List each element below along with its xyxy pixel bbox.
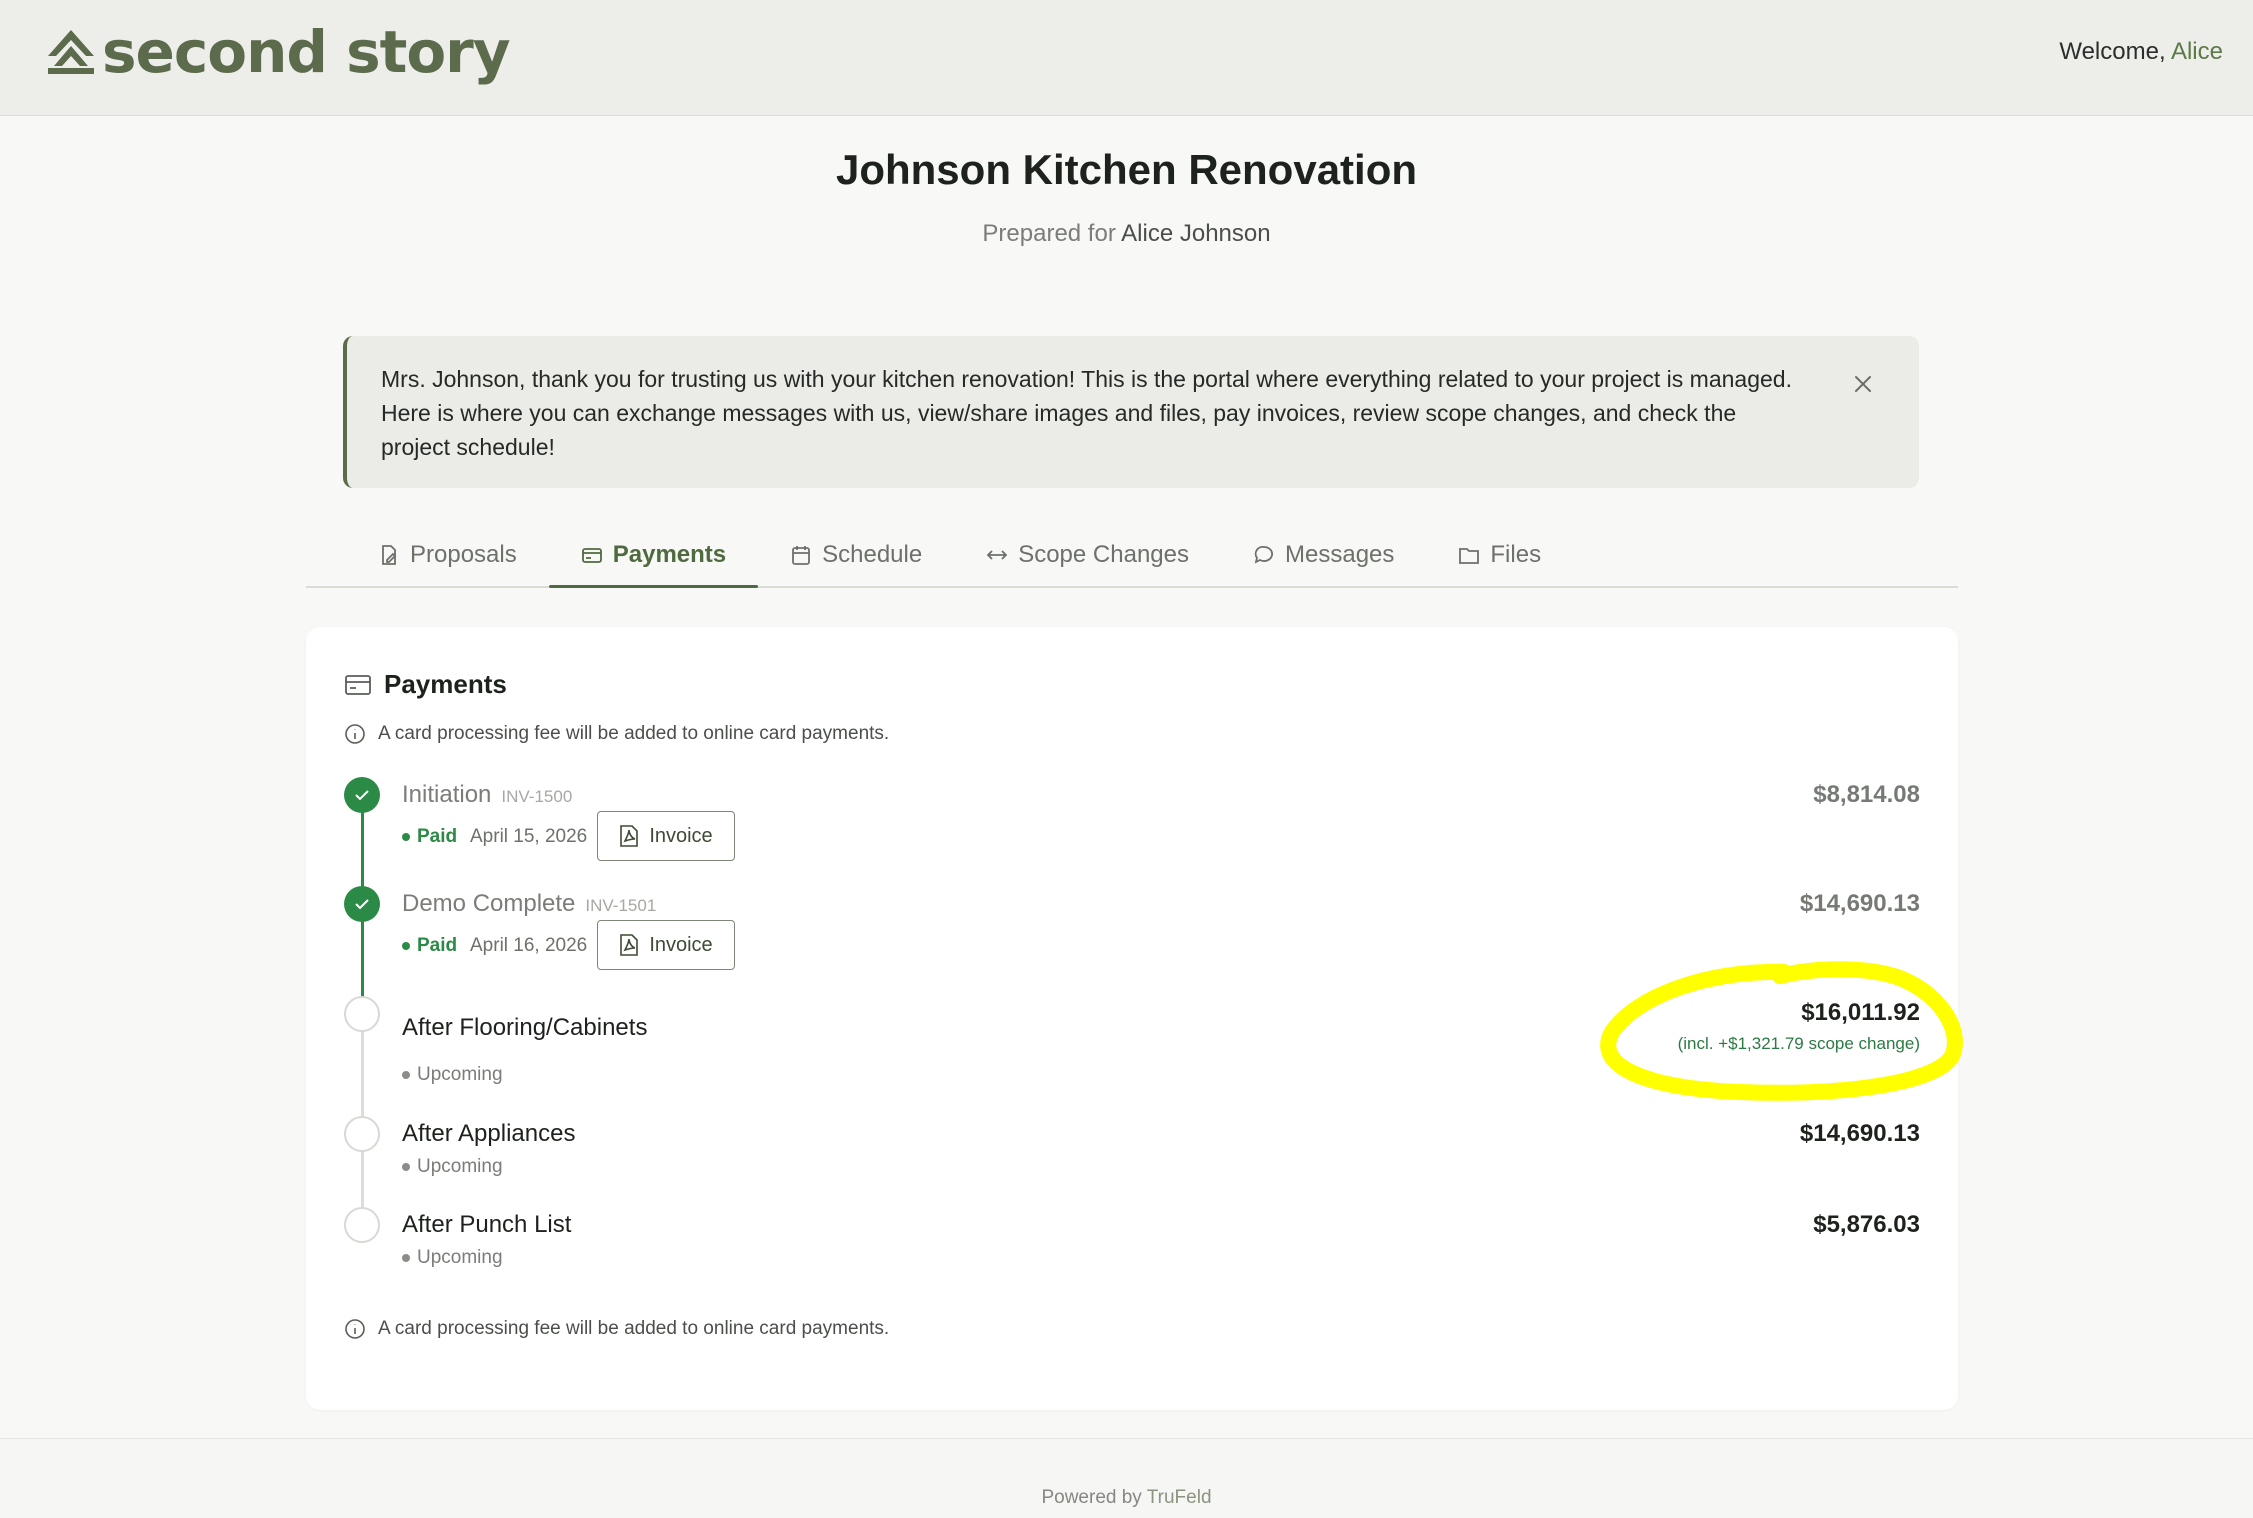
status-text: Upcoming: [417, 1156, 503, 1177]
payment-date: April 16, 2026: [470, 935, 588, 956]
payment-name: Initiation: [402, 781, 492, 808]
invoice-button-label: Invoice: [649, 824, 713, 847]
fee-note-bottom: A card processing fee will be added to o…: [344, 1318, 889, 1340]
arrows-horizontal-icon: [986, 550, 1008, 560]
payment-item-name: Demo Complete INV-1501: [402, 890, 656, 918]
timeline-dot-paid: [344, 886, 380, 922]
house-roof-icon: [48, 30, 94, 74]
top-bar: second story Welcome, Alice: [0, 0, 2253, 116]
notice-text: Mrs. Johnson, thank you for trusting us …: [381, 366, 1792, 460]
status-dot: [402, 942, 410, 950]
tab-schedule[interactable]: Schedule: [758, 524, 954, 586]
payments-card: Payments A card processing fee will be a…: [306, 627, 1958, 1410]
status-dot: [402, 833, 410, 841]
welcome-message: Welcome, Alice: [2059, 38, 2223, 66]
credit-card-icon: [345, 674, 371, 695]
page-footer: Powered by TruFeld: [0, 1438, 2253, 1518]
payment-amount: $14,690.13: [1799, 1120, 1920, 1147]
close-icon: [1855, 376, 1871, 392]
status-badge: Upcoming: [402, 1247, 503, 1269]
invoice-button[interactable]: Invoice: [597, 811, 735, 861]
status-badge: Paid: [402, 826, 457, 848]
status-badge: Upcoming: [402, 1064, 503, 1086]
tab-files[interactable]: Files: [1426, 524, 1573, 586]
invoice-button-label: Invoice: [649, 933, 713, 956]
scope-change-note: (incl. +$1,321.79 scope change): [1677, 1034, 1920, 1053]
payment-name: After Appliances: [402, 1120, 576, 1147]
brand-logo[interactable]: second story: [46, 18, 511, 86]
footer-prefix: Powered by: [1041, 1487, 1147, 1508]
welcome-notice: Mrs. Johnson, thank you for trusting us …: [343, 336, 1919, 488]
client-name: Alice Johnson: [1121, 220, 1271, 247]
status-dot: [402, 1254, 410, 1262]
payment-name: After Punch List: [402, 1211, 572, 1238]
timeline-dot-upcoming: [344, 1116, 380, 1152]
status-dot: [402, 1071, 410, 1079]
welcome-prefix: Welcome,: [2059, 38, 2171, 65]
footer-text: Powered by TruFeld: [0, 1487, 2253, 1509]
tab-payments[interactable]: Payments: [548, 524, 759, 588]
fee-note-top: A card processing fee will be added to o…: [344, 723, 889, 745]
credit-card-icon: [581, 548, 602, 563]
info-icon: [345, 724, 365, 744]
timeline-dot-upcoming: [344, 1207, 380, 1243]
tab-label: Proposals: [410, 541, 517, 568]
payment-amount: $16,011.92: [1801, 999, 1920, 1026]
check-icon: [355, 790, 369, 801]
tab-proposals[interactable]: Proposals: [346, 524, 549, 586]
page-title: Johnson Kitchen Renovation: [835, 146, 1418, 193]
tab-messages[interactable]: Messages: [1221, 524, 1426, 586]
payments-title: Payments: [384, 669, 507, 699]
payment-amount: $5,876.03: [1813, 1211, 1920, 1238]
tab-label: Files: [1490, 541, 1542, 568]
invoice-code: INV-1500: [501, 787, 573, 806]
payment-amount: $8,814.08: [1813, 781, 1920, 808]
status-text: Upcoming: [417, 1064, 503, 1085]
user-name[interactable]: Alice: [2171, 38, 2223, 65]
message-icon: [1254, 546, 1273, 564]
tab-label: Scope Changes: [1018, 541, 1189, 568]
timeline-dot-upcoming: [344, 996, 380, 1032]
payment-date: April 15, 2026: [470, 826, 588, 847]
tab-scope-changes[interactable]: Scope Changes: [954, 524, 1221, 586]
page-subtitle: Prepared for Alice Johnson: [0, 220, 2253, 248]
fee-note-text: A card processing fee will be added to o…: [378, 723, 890, 744]
fee-note-text: A card processing fee will be added to o…: [378, 1318, 890, 1339]
pdf-file-icon: [620, 825, 639, 847]
project-tabs: Proposals Payments Schedule Scope Change…: [306, 524, 1958, 588]
check-icon: [355, 899, 369, 910]
status-text: Paid: [417, 826, 458, 847]
payment-item-name: Initiation INV-1500: [402, 781, 572, 809]
pdf-file-icon: [620, 934, 639, 956]
prepared-prefix: Prepared for: [982, 220, 1122, 247]
folder-icon: [1459, 548, 1480, 564]
status-badge: Upcoming: [402, 1156, 503, 1178]
info-icon: [345, 1319, 365, 1339]
payments-card-title: Payments: [344, 669, 507, 700]
payment-name: Demo Complete: [402, 890, 576, 917]
tab-label: Messages: [1285, 541, 1395, 568]
proposal-icon: [382, 545, 397, 565]
invoice-button[interactable]: Invoice: [597, 920, 735, 970]
status-badge: Paid: [402, 935, 457, 957]
invoice-code: INV-1501: [585, 896, 657, 915]
calendar-icon: [792, 546, 811, 565]
status-dot: [402, 1163, 410, 1171]
timeline-dot-paid: [344, 777, 380, 813]
status-text: Paid: [417, 935, 458, 956]
status-text: Upcoming: [417, 1247, 503, 1268]
tab-label: Schedule: [822, 541, 923, 568]
brand-name: second story: [102, 18, 511, 86]
notice-close-button[interactable]: [1849, 370, 1877, 398]
footer-brand[interactable]: TruFeld: [1147, 1487, 1212, 1508]
tab-label: Payments: [612, 541, 727, 568]
payment-amount: $14,690.13: [1799, 890, 1920, 917]
payment-name: After Flooring/Cabinets: [402, 1014, 648, 1041]
